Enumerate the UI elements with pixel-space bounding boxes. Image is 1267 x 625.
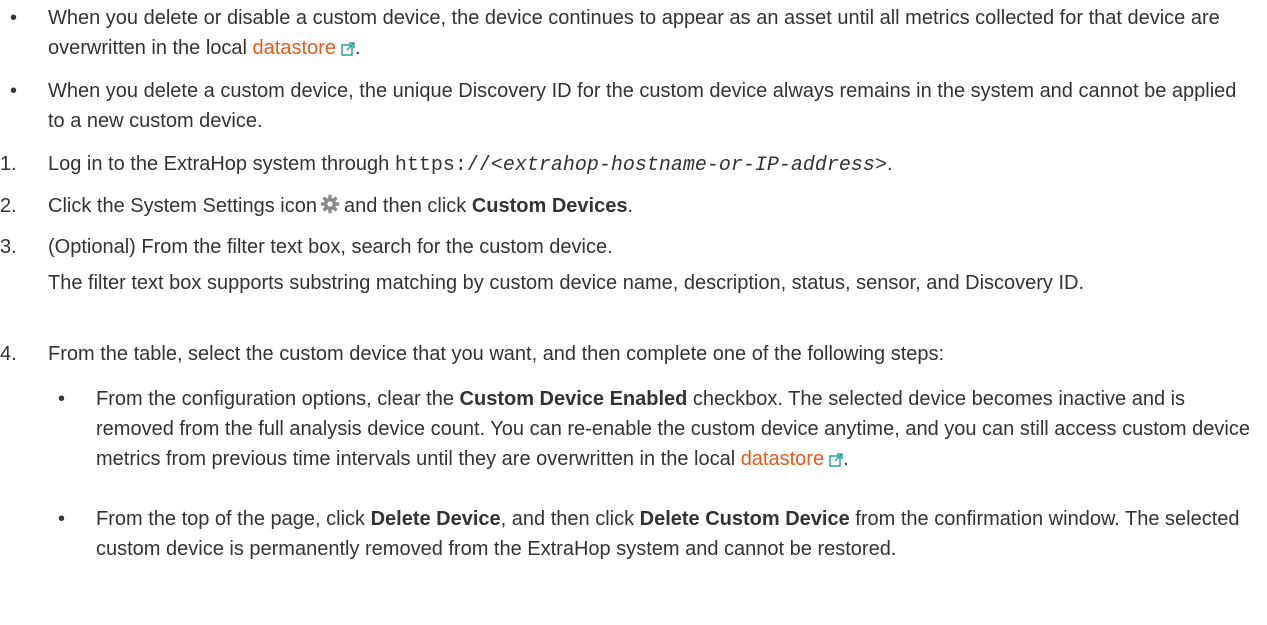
sub-bullet-item: • From the configuration options, clear … (0, 384, 1257, 474)
bullet-text: When you delete a custom device, the uni… (48, 80, 1237, 132)
bullet-marker: • (10, 80, 18, 102)
bullet-text: When you delete or disable a custom devi… (48, 3, 1257, 63)
step-text-part: Log in to the ExtraHop system through (48, 153, 395, 175)
document-page: • When you delete or disable a custom de… (0, 0, 1267, 625)
custom-devices-label: Custom Devices (471, 195, 628, 217)
step-item: 4. From the table, select the custom dev… (0, 339, 1257, 369)
step-number: 2. (0, 195, 17, 217)
external-link-icon (341, 42, 355, 56)
external-link-icon (829, 453, 843, 467)
bullet-marker: • (58, 388, 66, 410)
step-note: The filter text box supports substring m… (48, 272, 1085, 294)
step-text: (Optional) From the filter text box, sea… (48, 236, 613, 258)
bullet-text-part: When you delete or disable a custom devi… (48, 7, 1220, 59)
step-text-part: . (886, 153, 893, 175)
sub-bullet-text: From the top of the page, click Delete D… (96, 504, 1257, 564)
step-text: From the table, select the custom device… (48, 343, 945, 365)
step-number: 4. (0, 343, 17, 365)
step-text: Log in to the ExtraHop system through ht… (48, 149, 1257, 181)
sub-text-part: . (843, 448, 849, 470)
sub-bullet-item: • From the top of the page, click Delete… (0, 504, 1257, 564)
step-text-part: and then click (344, 195, 472, 217)
step-item: 1. Log in to the ExtraHop system through… (0, 149, 1257, 181)
custom-device-enabled-label: Custom Device Enabled (459, 388, 688, 410)
sub-text-part: From the top of the page, click (96, 508, 371, 530)
step-text-part: . (627, 195, 634, 217)
gear-icon (320, 194, 340, 214)
step-item: 3. (Optional) From the filter text box, … (0, 232, 1257, 298)
datastore-link-label: datastore (740, 448, 825, 470)
step-item: 2. Click the System Settings icon and the… (0, 191, 1257, 221)
url-code-placeholder: <extrahop-hostname-or-IP-address> (490, 154, 887, 177)
datastore-link[interactable]: datastore (741, 448, 843, 470)
bullet-marker: • (10, 7, 18, 29)
sub-text-part: , and then click (500, 508, 640, 530)
bullet-text-part: . (354, 37, 361, 59)
bullet-marker: • (58, 508, 66, 530)
step-text: Click the System Settings icon and then c… (48, 191, 1257, 221)
delete-custom-device-label: Delete Custom Device (639, 508, 850, 530)
url-code: https://<extrahop-hostname-or-IP-address… (395, 154, 887, 177)
step-number: 3. (0, 236, 17, 258)
sub-text-part: From the configuration options, clear th… (96, 388, 460, 410)
sub-bullet-text: From the configuration options, clear th… (96, 384, 1257, 474)
datastore-link[interactable]: datastore (253, 37, 355, 59)
bullet-item: • When you delete a custom device, the u… (0, 76, 1257, 136)
datastore-link-label: datastore (252, 37, 336, 59)
step-number: 1. (0, 153, 17, 175)
bullet-item: • When you delete or disable a custom de… (0, 3, 1257, 63)
url-code-prefix: https:// (394, 154, 491, 177)
step-text-part: Click the System Settings icon (48, 195, 317, 217)
delete-device-label: Delete Device (370, 508, 501, 530)
